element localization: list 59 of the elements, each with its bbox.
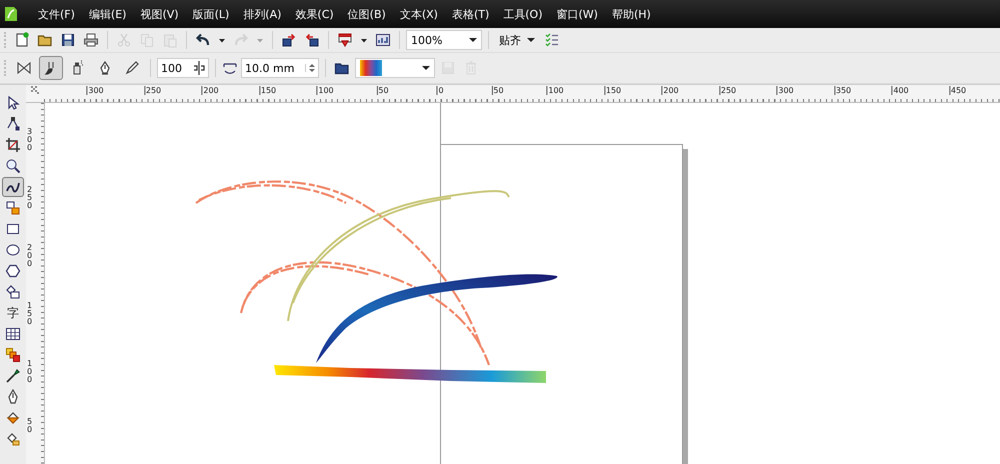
menu-item[interactable]: 视图(V): [140, 6, 179, 22]
menu-item[interactable]: 编辑(E): [88, 6, 126, 22]
ruler-label: 200: [201, 86, 219, 95]
ruler-label: 150: [258, 86, 276, 95]
menu-item[interactable]: 帮助(H): [612, 6, 651, 22]
ruler-label: 400: [891, 86, 909, 95]
menu-item[interactable]: 排列(A): [243, 6, 282, 22]
ruler-label: 50: [27, 418, 34, 434]
ruler-label: 150: [27, 302, 34, 326]
ruler-label: 250: [718, 86, 736, 95]
blend-icon: [5, 347, 21, 363]
menu-item[interactable]: 窗口(W): [556, 6, 598, 22]
ruler-label: 150: [604, 86, 622, 95]
brush-stroke-dropdown[interactable]: [355, 58, 435, 78]
ellipse-icon: [5, 242, 21, 258]
menu-item[interactable]: 表格(T): [452, 6, 490, 22]
smart-fill-icon: [5, 200, 21, 216]
menu-item[interactable]: 版面(L): [192, 6, 230, 22]
ruler-label: 350: [834, 86, 852, 95]
curve-tool-button[interactable]: [2, 177, 24, 197]
brush-mode-button[interactable]: [39, 56, 63, 80]
zoom-level-dropdown[interactable]: 100%: [406, 30, 482, 50]
ruler-label: 300: [27, 128, 34, 152]
smoothing-field[interactable]: 100: [157, 58, 209, 78]
ruler-label: 0: [436, 86, 444, 95]
app-logo-icon[interactable]: [4, 6, 18, 22]
smoothing-icon[interactable]: [193, 61, 205, 75]
ruler-label: 300: [776, 86, 794, 95]
ruler-label: 200: [661, 86, 679, 95]
ruler-label: 450: [948, 86, 966, 95]
menu-item[interactable]: 工具(O): [503, 6, 542, 22]
text-tool-button[interactable]: 字: [2, 303, 24, 323]
ruler-label: 300: [86, 86, 104, 95]
menu-item[interactable]: 位图(B): [348, 6, 386, 22]
polygon-icon: [5, 263, 21, 279]
interactive-fill-icon: [5, 431, 21, 447]
ruler-label: 200: [27, 244, 34, 268]
zoom-icon: [5, 158, 21, 174]
crop-icon: [5, 137, 21, 153]
ruler-label: 100: [27, 360, 34, 384]
shape-icon: [5, 116, 21, 132]
ruler-label: 50: [491, 86, 504, 95]
ruler-label: 250: [144, 86, 162, 95]
pressure-icon: [124, 60, 140, 76]
basic-shapes-icon: [5, 284, 21, 300]
menu-item[interactable]: 文本(X): [400, 6, 438, 22]
table-icon: [5, 326, 21, 342]
menu-item[interactable]: 文件(F): [38, 6, 75, 22]
rectangle-icon: [5, 221, 21, 237]
snap-to-dropdown[interactable]: 贴齐: [495, 32, 539, 48]
menu-item[interactable]: 效果(C): [295, 6, 334, 22]
ruler-label: 250: [27, 186, 34, 210]
stroke-width-field[interactable]: 10.0 mm: [241, 58, 319, 78]
guide-line: [440, 103, 441, 144]
ruler-label: 100: [316, 86, 334, 95]
fill-icon: [5, 410, 21, 426]
ruler-label: 50: [376, 86, 389, 95]
eyedropper-icon: [5, 368, 21, 384]
ruler-label: 100: [546, 86, 564, 95]
